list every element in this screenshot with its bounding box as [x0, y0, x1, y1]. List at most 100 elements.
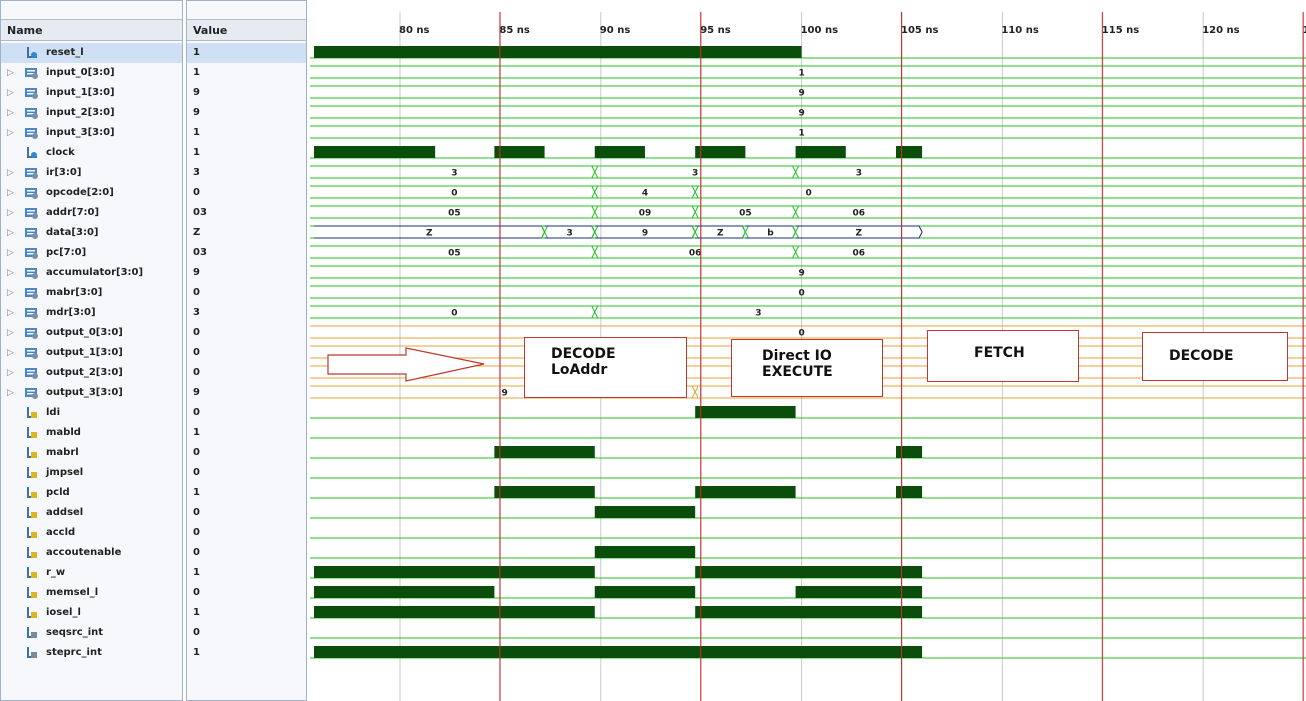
signal-value-row[interactable]: 1 [187, 123, 306, 143]
signal-row[interactable]: r_w [1, 563, 182, 583]
name-column-header[interactable]: Name [1, 19, 182, 41]
expand-arrow-icon[interactable]: ▷ [7, 63, 14, 83]
signal-row[interactable]: mabld [1, 423, 182, 443]
signal-value-row[interactable]: 1 [187, 143, 306, 163]
bus-transition [691, 225, 699, 239]
signal-value: 3 [193, 307, 200, 318]
signal-row[interactable]: jmpsel [1, 463, 182, 483]
signal-value-row[interactable]: 1 [187, 43, 306, 63]
bus-value-label: 06 [853, 249, 866, 259]
signal-value-row[interactable]: 1 [187, 483, 306, 503]
signal-value-row[interactable]: 0 [187, 363, 306, 383]
expand-arrow-icon[interactable]: ▷ [7, 263, 14, 283]
signal-row[interactable]: ▷ opcode[2:0] [1, 183, 182, 203]
signal-value: 0 [193, 287, 200, 298]
expand-arrow-icon[interactable]: ▷ [7, 203, 14, 223]
signal-row[interactable]: iosel_l [1, 603, 182, 623]
expand-arrow-icon[interactable]: ▷ [7, 283, 14, 303]
signal-row[interactable]: ▷ output_0[3:0] [1, 323, 182, 343]
signal-row[interactable]: ▷ addr[7:0] [1, 203, 182, 223]
signal-row[interactable]: ▷ ir[3:0] [1, 163, 182, 183]
signal-row[interactable]: pcld [1, 483, 182, 503]
signal-row[interactable]: ▷ input_1[3:0] [1, 83, 182, 103]
expand-arrow-icon[interactable]: ▷ [7, 103, 14, 123]
expand-arrow-icon[interactable]: ▷ [7, 323, 14, 343]
expand-arrow-icon[interactable]: ▷ [7, 123, 14, 143]
wave-high [695, 406, 796, 418]
signal-value-row[interactable]: 9 [187, 83, 306, 103]
signal-row[interactable]: ▷ output_2[3:0] [1, 363, 182, 383]
signal-row[interactable]: accoutenable [1, 543, 182, 563]
bus-value-label: Z [717, 229, 724, 239]
signal-value-row[interactable]: 1 [187, 423, 306, 443]
waveform-panel[interactable]: 80 ns 85 ns 90 ns 95 ns 100 ns 105 ns 110 ns 11… [310, 0, 1306, 701]
expand-arrow-icon[interactable]: ▷ [7, 363, 14, 383]
signal-row[interactable]: clock [1, 143, 182, 163]
bus-transition [591, 165, 599, 179]
expand-arrow-icon[interactable]: ▷ [7, 383, 14, 403]
signal-row[interactable]: ▷ pc[7:0] [1, 243, 182, 263]
signal-row[interactable]: steprc_int [1, 643, 182, 663]
signal-value-row[interactable]: 03 [187, 243, 306, 263]
signal-row[interactable]: memsel_l [1, 583, 182, 603]
signal-row[interactable]: ▷ accumulator[3:0] [1, 263, 182, 283]
signal-value-row[interactable]: 0 [187, 443, 306, 463]
signal-value-row[interactable]: 3 [187, 303, 306, 323]
signal-value-row[interactable]: 1 [187, 643, 306, 663]
signal-value-row[interactable]: 3 [187, 163, 306, 183]
signal-value-row[interactable]: 0 [187, 503, 306, 523]
signal-value: 0 [193, 527, 200, 538]
time-label: 115 ns [1102, 25, 1139, 36]
signal-row[interactable]: mabrl [1, 443, 182, 463]
annotation-box-fetch: FETCH [927, 330, 1079, 382]
expand-arrow-icon[interactable]: ▷ [7, 183, 14, 203]
bus-value-label: 3 [856, 169, 862, 179]
signal-value-row[interactable]: 1 [187, 603, 306, 623]
signal-row[interactable]: ▷ input_0[3:0] [1, 63, 182, 83]
wave-high [494, 486, 595, 498]
annotation-text: Direct IO [762, 348, 832, 364]
signal-value-row[interactable]: 0 [187, 403, 306, 423]
signal-value: 9 [193, 267, 200, 278]
signal-value-row[interactable]: 0 [187, 543, 306, 563]
signal-value-row[interactable]: Z [187, 223, 306, 243]
signal-value-row[interactable]: 0 [187, 323, 306, 343]
signal-name: input_2[3:0] [46, 107, 115, 118]
signal-value-row[interactable]: 0 [187, 623, 306, 643]
signal-value-row[interactable]: 1 [187, 63, 306, 83]
signal-row[interactable]: reset_l [1, 43, 182, 63]
expand-arrow-icon[interactable]: ▷ [7, 343, 14, 363]
signal-value-row[interactable]: 0 [187, 283, 306, 303]
signal-value-row[interactable]: 1 [187, 563, 306, 583]
signal-row[interactable]: ldi [1, 403, 182, 423]
signal-value-row[interactable]: 0 [187, 583, 306, 603]
signal-row[interactable]: ▷ mabr[3:0] [1, 283, 182, 303]
signal-value-row[interactable]: 9 [187, 103, 306, 123]
signal-row[interactable]: addsel [1, 503, 182, 523]
expand-arrow-icon[interactable]: ▷ [7, 243, 14, 263]
signal-value-row[interactable]: 9 [187, 263, 306, 283]
signal-name: jmpsel [46, 467, 84, 478]
expand-arrow-icon[interactable]: ▷ [7, 163, 14, 183]
signal-row[interactable]: seqsrc_int [1, 623, 182, 643]
signal-value-row[interactable]: 0 [187, 463, 306, 483]
expand-arrow-icon[interactable]: ▷ [7, 303, 14, 323]
signal-value-row[interactable]: 0 [187, 523, 306, 543]
signal-value: 1 [193, 147, 200, 158]
signal-value-row[interactable]: 0 [187, 183, 306, 203]
signal-row[interactable]: ▷ output_1[3:0] [1, 343, 182, 363]
signal-row[interactable]: ▷ input_3[3:0] [1, 123, 182, 143]
expand-arrow-icon[interactable]: ▷ [7, 83, 14, 103]
value-column-header[interactable]: Value [187, 19, 306, 41]
bus-icon [24, 306, 39, 320]
signal-row[interactable]: ▷ data[3:0] [1, 223, 182, 243]
signal-row[interactable]: ▷ mdr[3:0] [1, 303, 182, 323]
expand-arrow-icon[interactable]: ▷ [7, 223, 14, 243]
signal-value-row[interactable]: 0 [187, 343, 306, 363]
signal-row[interactable]: accld [1, 523, 182, 543]
wave-high [594, 506, 696, 518]
signal-row[interactable]: ▷ output_3[3:0] [1, 383, 182, 403]
signal-value-row[interactable]: 03 [187, 203, 306, 223]
signal-row[interactable]: ▷ input_2[3:0] [1, 103, 182, 123]
signal-value-row[interactable]: 9 [187, 383, 306, 403]
